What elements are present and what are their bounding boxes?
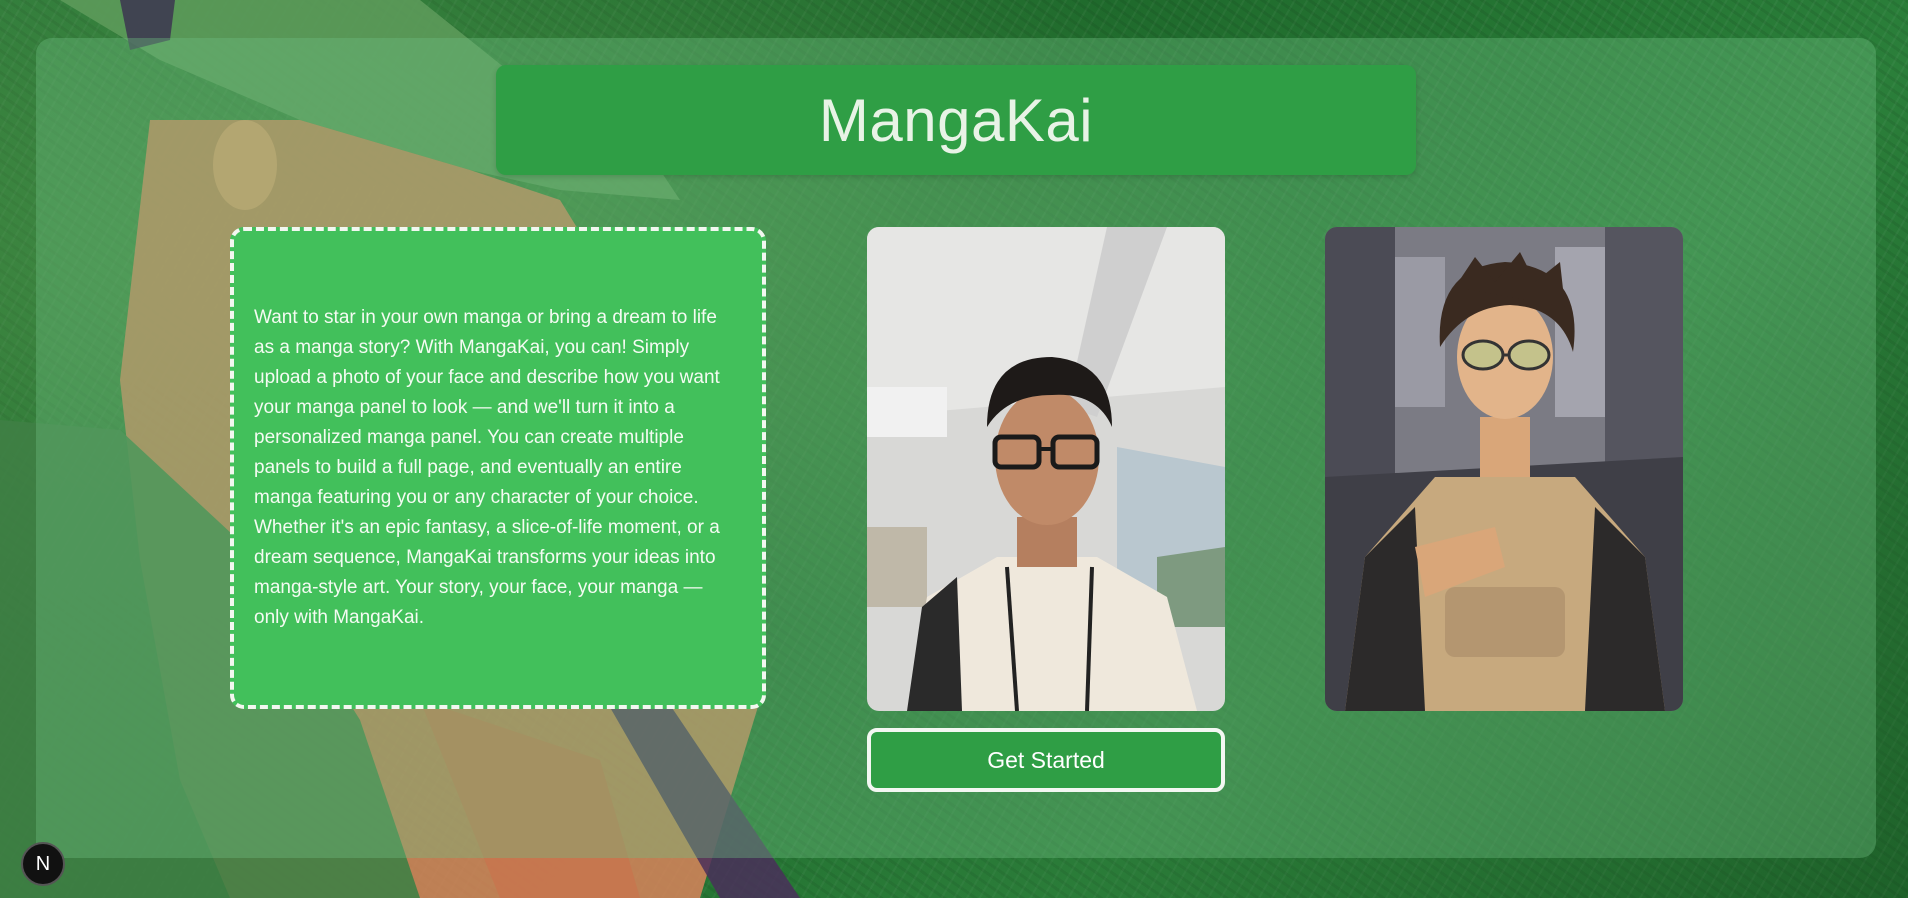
page-title: MangaKai [818,86,1094,154]
manga-version-image [1325,227,1683,711]
nextjs-dev-indicator-icon[interactable]: N [21,842,65,886]
original-photo [867,227,1225,711]
description-text: Want to star in your own manga or bring … [254,307,720,628]
title-banner: MangaKai [496,65,1416,175]
description-card: Want to star in your own manga or bring … [230,227,766,709]
get-started-button[interactable]: Get Started [867,728,1225,792]
